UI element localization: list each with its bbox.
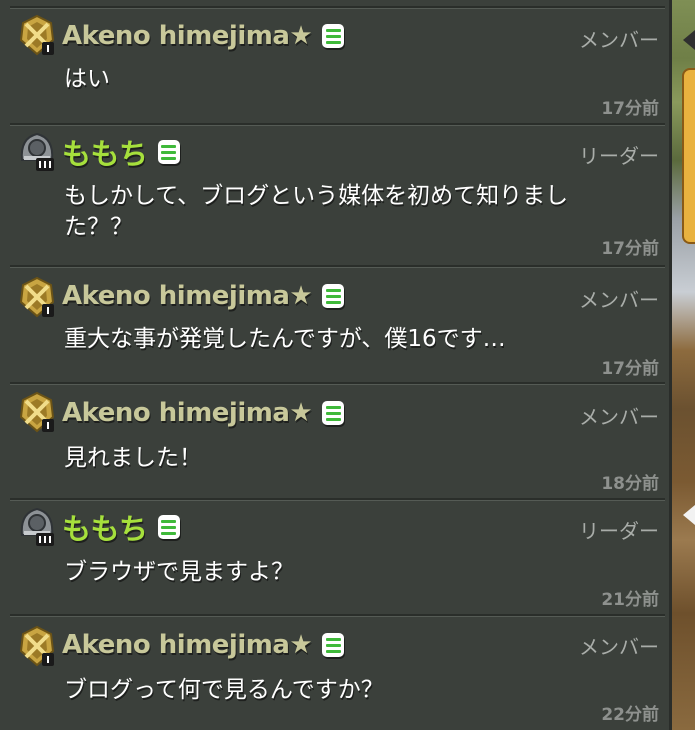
message-text: ブログって何で見るんですか？ bbox=[64, 677, 384, 703]
message-text: ブラウザで見ますよ？ bbox=[64, 559, 294, 585]
online-icon bbox=[322, 284, 345, 308]
divider bbox=[10, 6, 665, 9]
message-time: 17分前 bbox=[601, 359, 659, 379]
message-text: もしかして、ブログという媒体を初めて知りました？？ bbox=[64, 183, 569, 240]
gold-league-badge-icon bbox=[19, 391, 55, 433]
message-text: 重大な事が発覚したんですが、僕16です… bbox=[64, 326, 506, 352]
gold-league-badge-icon bbox=[19, 14, 55, 56]
chat-message: Akeno himejima★ メンバー 重大な事が発覚したんですが、僕16です… bbox=[0, 268, 669, 382]
chat-message: Akeno himejima★ メンバー ブログって何で見るんですか？ 22分前 bbox=[0, 617, 669, 730]
chat-toggle-tab[interactable] bbox=[682, 68, 695, 244]
gold-league-badge-icon bbox=[19, 276, 55, 318]
player-name[interactable]: ももち bbox=[62, 131, 148, 173]
player-name[interactable]: ももち bbox=[62, 506, 148, 548]
message-time: 21分前 bbox=[601, 590, 659, 610]
clan-role: リーダー bbox=[579, 519, 659, 543]
player-name[interactable]: Akeno himejima★ bbox=[62, 630, 313, 660]
message-text: 見れました！ bbox=[64, 445, 202, 471]
chat-message: Akeno himejima★ メンバー はい 17分前 bbox=[0, 10, 669, 124]
clan-chat-panel[interactable]: Akeno himejima★ メンバー はい 17分前 ももち リーダー もし… bbox=[0, 0, 672, 730]
clan-role: リーダー bbox=[579, 144, 659, 168]
message-time: 17分前 bbox=[601, 239, 659, 259]
silver-league-badge-icon bbox=[20, 132, 54, 171]
player-name[interactable]: Akeno himejima★ bbox=[62, 281, 313, 311]
clan-role: メンバー bbox=[579, 635, 659, 659]
online-icon bbox=[322, 633, 345, 657]
chat-message: Akeno himejima★ メンバー 見れました！ 18分前 bbox=[0, 385, 669, 499]
gold-league-badge-icon bbox=[19, 625, 55, 667]
online-icon bbox=[322, 24, 345, 48]
chat-message: ももち リーダー もしかして、ブログという媒体を初めて知りました？？ 17分前 bbox=[0, 126, 669, 266]
message-time: 22分前 bbox=[601, 705, 659, 725]
clan-role: メンバー bbox=[579, 405, 659, 429]
clan-role: メンバー bbox=[579, 28, 659, 52]
online-icon bbox=[157, 515, 180, 539]
player-name[interactable]: Akeno himejima★ bbox=[62, 21, 313, 51]
player-name[interactable]: Akeno himejima★ bbox=[62, 398, 313, 428]
message-time: 17分前 bbox=[601, 99, 659, 119]
online-icon bbox=[322, 401, 345, 425]
chat-message: ももち リーダー ブラウザで見ますよ？ 21分前 bbox=[0, 501, 669, 615]
message-time: 18分前 bbox=[601, 474, 659, 494]
clan-role: メンバー bbox=[579, 288, 659, 312]
online-icon bbox=[157, 140, 180, 164]
silver-league-badge-icon bbox=[20, 507, 54, 546]
message-text: はい bbox=[64, 66, 110, 92]
